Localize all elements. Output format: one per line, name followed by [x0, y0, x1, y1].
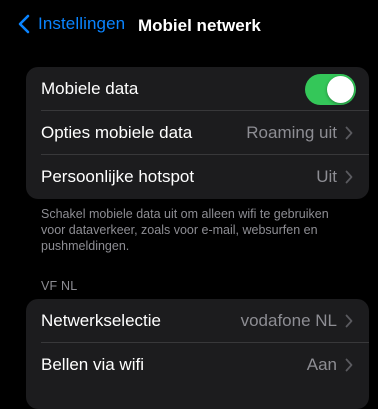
- back-button[interactable]: Instellingen: [18, 14, 125, 34]
- mobile-data-options-value: Roaming uit: [246, 123, 337, 142]
- carrier-group: Netwerkselectie vodafone NL Bellen via w…: [26, 299, 369, 409]
- mobile-data-options-label: Opties mobiele data: [41, 123, 193, 142]
- chevron-right-icon: [345, 314, 353, 328]
- wifi-calling-value: Aan: [306, 355, 337, 374]
- chevron-right-icon: [345, 126, 353, 140]
- mobile-data-label: Mobiele data: [41, 79, 139, 98]
- toggle-knob: [327, 76, 354, 103]
- navigation-bar: Instellingen Mobiel netwerk: [0, 0, 378, 56]
- mobile-data-toggle[interactable]: [305, 74, 356, 105]
- chevron-left-icon: [18, 14, 30, 34]
- wifi-calling-row[interactable]: Bellen via wifi Aan: [26, 343, 369, 387]
- personal-hotspot-label: Persoonlijke hotspot: [41, 167, 195, 186]
- network-selection-row[interactable]: Netwerkselectie vodafone NL: [26, 299, 369, 343]
- chevron-right-icon: [345, 170, 353, 184]
- carrier-section-header: VF NL: [41, 279, 78, 293]
- page-title: Mobiel netwerk: [138, 16, 261, 35]
- chevron-right-icon: [345, 358, 353, 372]
- mobile-data-options-row[interactable]: Opties mobiele data Roaming uit: [26, 111, 369, 155]
- mobile-data-row: Mobiele data: [26, 67, 369, 111]
- personal-hotspot-row[interactable]: Persoonlijke hotspot Uit: [26, 155, 369, 199]
- network-selection-value: vodafone NL: [240, 311, 337, 330]
- mobile-data-group: Mobiele data Opties mobiele data Roaming…: [26, 67, 369, 199]
- back-button-label: Instellingen: [38, 14, 126, 33]
- mobile-data-footer-note: Schakel mobiele data uit om alleen wifi …: [41, 207, 329, 253]
- wifi-calling-label: Bellen via wifi: [41, 355, 144, 374]
- personal-hotspot-value: Uit: [316, 167, 337, 186]
- network-selection-label: Netwerkselectie: [41, 311, 161, 330]
